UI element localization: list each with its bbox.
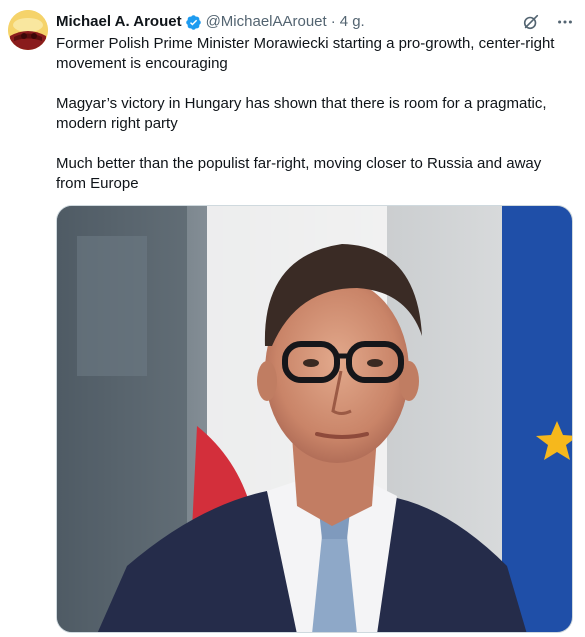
tweet-paragraph: Magyar’s victory in Hungary has shown th… [56,95,547,132]
verified-badge-icon [185,14,202,31]
author-name[interactable]: Michael A. Arouet [56,12,182,32]
tweet-photo[interactable] [56,205,573,633]
author-handle[interactable]: @MichaelAArouet [206,12,327,32]
separator-dot: · [330,13,336,30]
tweet-actions [521,12,575,32]
tweet-paragraph: Former Polish Prime Minister Morawiecki … [56,35,555,72]
avatar[interactable] [8,10,48,50]
timestamp[interactable]: 4 g. [340,12,365,32]
tweet-header: Michael A. Arouet @MichaelAArouet · 4 g. [56,12,525,32]
grok-icon[interactable] [521,12,541,32]
tweet-text: Former Polish Prime Minister Morawiecki … [56,34,568,214]
portrait-photo [57,206,572,632]
tweet-card[interactable]: Michael A. Arouet @MichaelAArouet · 4 g. [0,0,585,637]
tweet-paragraph: Much better than the populist far-right,… [56,155,542,192]
avatar-image [8,10,48,50]
more-icon[interactable] [555,12,575,32]
